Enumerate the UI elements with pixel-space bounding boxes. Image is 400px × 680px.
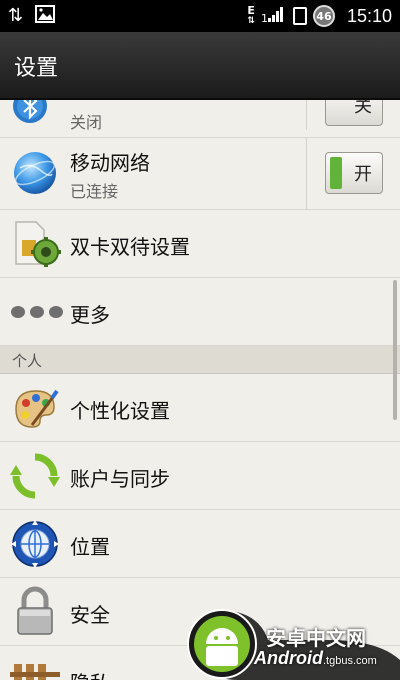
status-bar: ⇅ E ⇅ 1 46 15:10 — [0, 0, 400, 32]
scrollbar[interactable] — [393, 280, 397, 420]
list-item-dual-sim[interactable]: 双卡双待设置 — [0, 210, 400, 278]
location-title: 位置 — [70, 535, 110, 559]
list-item-more[interactable]: 更多 — [0, 278, 400, 346]
clock: 15:10 — [346, 5, 392, 26]
mobile-network-toggle[interactable]: 开 — [325, 152, 383, 194]
dual-sim-title: 双卡双待设置 — [70, 235, 190, 259]
privacy-title: 隐私 — [70, 667, 110, 680]
list-item-location[interactable]: 位置 — [0, 510, 400, 578]
bluetooth-status: 关闭 — [70, 113, 103, 132]
mobile-network-status: 已连接 — [70, 182, 119, 201]
mobile-network-toggle-label: 开 — [354, 164, 372, 185]
location-compass-icon — [10, 519, 60, 573]
dual-sim-gear-icon — [10, 218, 62, 274]
battery-icon: 46 — [312, 5, 335, 27]
watermark: 安卓中文网 Android.tgbus.com — [178, 600, 400, 680]
svg-text:1: 1 — [261, 12, 268, 23]
bluetooth-toggle-label: 关 — [354, 100, 372, 117]
more-dots-icon — [10, 304, 66, 324]
paint-palette-icon — [10, 383, 60, 437]
watermark-cn: 安卓中文网 — [266, 626, 366, 650]
action-bar: 设置 — [0, 32, 400, 100]
list-item-bluetooth[interactable]: 关闭 关 — [0, 100, 400, 138]
more-title: 更多 — [70, 303, 110, 327]
section-header-personal: 个人 — [0, 346, 400, 374]
list-item-mobile-network[interactable]: 移动网络 已连接 开 — [0, 138, 400, 210]
divider — [306, 100, 307, 130]
mobile-network-title: 移动网络 — [70, 151, 150, 175]
padlock-icon — [10, 584, 60, 642]
bluetooth-toggle[interactable]: 关 — [325, 100, 383, 126]
personalize-title: 个性化设置 — [70, 399, 170, 423]
bluetooth-icon — [10, 100, 50, 130]
watermark-en: Android.tgbus.com — [254, 648, 377, 669]
sync-icon — [10, 451, 60, 505]
section-label: 个人 — [12, 352, 43, 370]
page-title: 设置 — [14, 56, 59, 81]
accounts-sync-title: 账户与同步 — [70, 467, 170, 491]
fence-icon — [10, 658, 60, 680]
watermark-url: .tgbus.com — [323, 655, 377, 667]
network-type-indicator: E ⇅ — [247, 4, 255, 26]
image-notification-icon — [35, 5, 56, 27]
divider — [306, 138, 307, 210]
security-title: 安全 — [70, 603, 110, 627]
list-item-personalize[interactable]: 个性化设置 — [0, 374, 400, 442]
globe-network-icon — [10, 148, 60, 202]
sd-card-icon — [292, 7, 307, 25]
toggle-on-indicator — [330, 157, 342, 189]
list-item-accounts-sync[interactable]: 账户与同步 — [0, 442, 400, 510]
data-transfer-icon: ⇅ — [8, 5, 24, 26]
signal-strength-icon: 1 — [261, 5, 287, 27]
settings-list[interactable]: 关闭 关 移动网络 已连接 开 双卡双待设置 更多 个人 个性化设置 账户与同步… — [0, 100, 400, 680]
watermark-en-label: Android — [254, 648, 323, 668]
